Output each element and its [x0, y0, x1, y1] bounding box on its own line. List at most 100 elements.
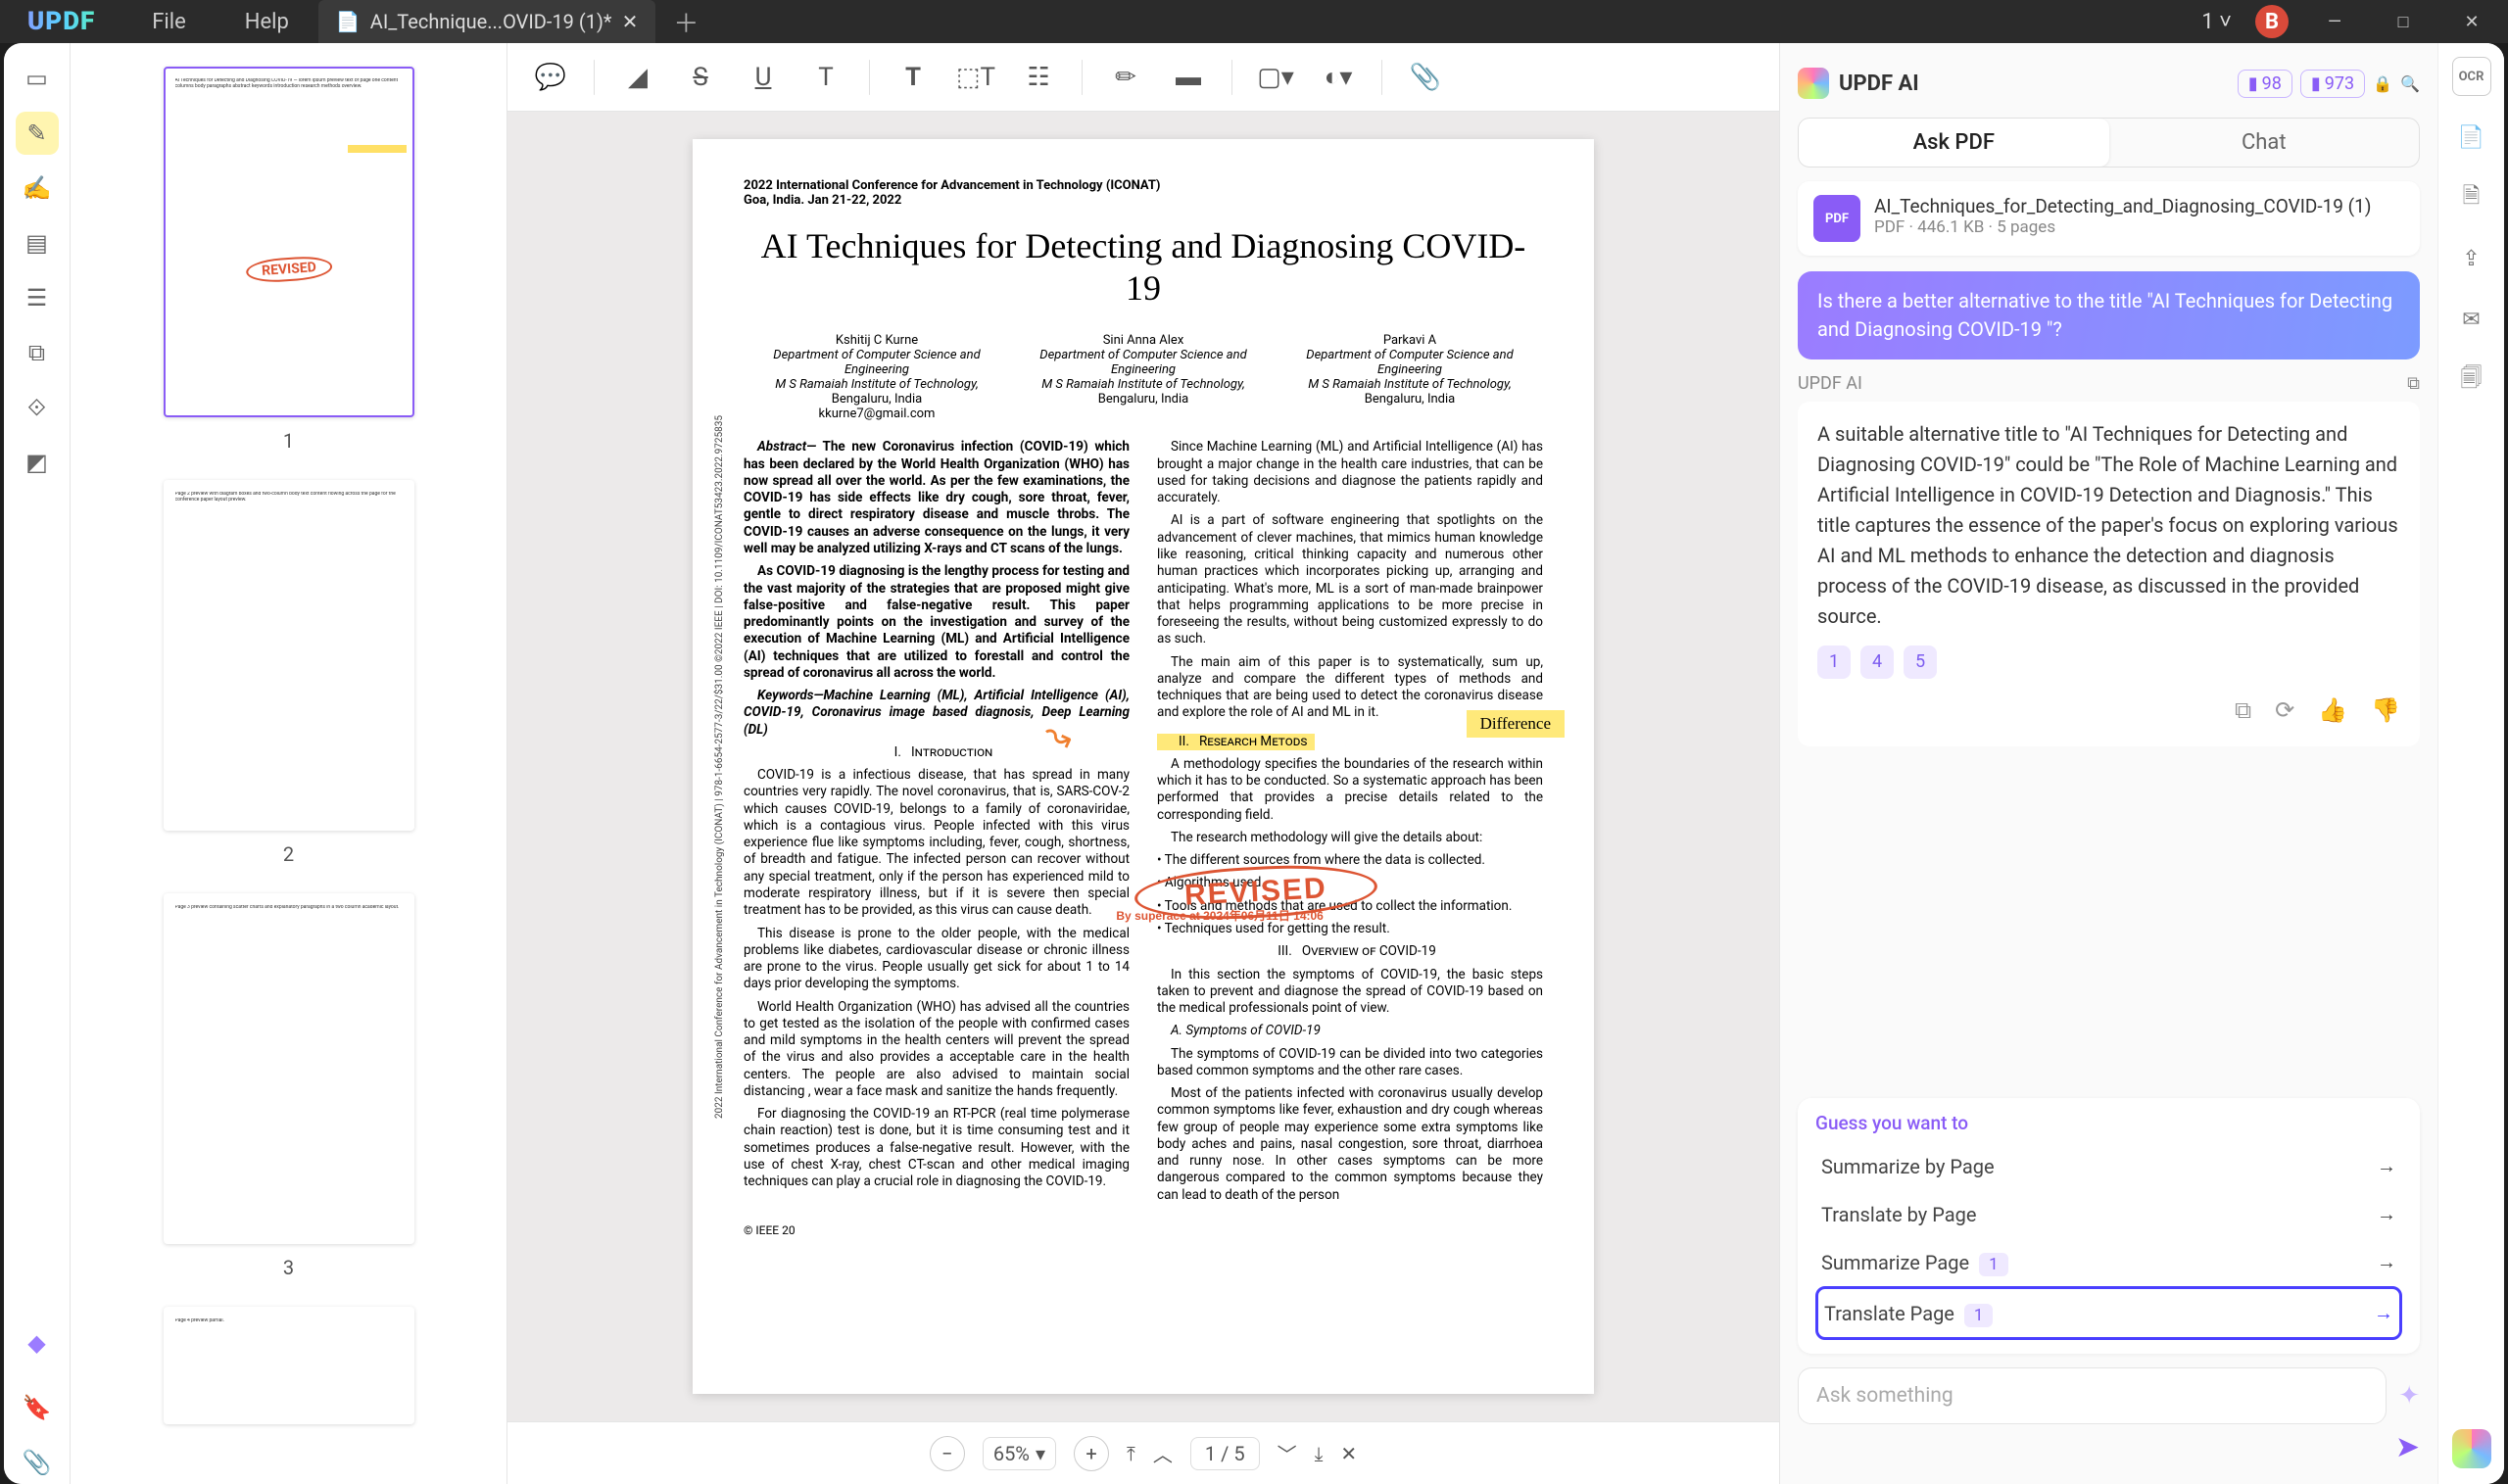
zoom-in-button[interactable]: +: [1074, 1436, 1109, 1471]
form-tool-icon[interactable]: ☰: [16, 276, 59, 319]
tab-close-icon[interactable]: ✕: [622, 10, 639, 33]
menu-help[interactable]: Help: [216, 10, 318, 34]
current-page: 1: [1205, 1442, 1216, 1465]
section1-title: Introduction: [911, 744, 992, 760]
thumbs-up-icon[interactable]: 👍: [2318, 693, 2347, 729]
page-indicator[interactable]: 1 / 5: [1190, 1437, 1260, 1470]
col2-p1: Since Machine Learning (ML) and Artifici…: [1157, 439, 1543, 506]
doc-chip-meta: PDF · 446.1 KB · 5 pages: [1874, 217, 2371, 237]
reference-pill-3[interactable]: 5: [1904, 646, 1937, 679]
reader-mode-icon[interactable]: ▭: [16, 57, 59, 100]
eraser-icon[interactable]: ▬: [1169, 58, 1208, 97]
close-window-button[interactable]: ✕: [2449, 0, 2494, 43]
author3-name: Parkavi A: [1277, 333, 1543, 348]
arrow-right-icon: →: [2377, 1154, 2396, 1178]
pdf-page-1[interactable]: 2022 International Conference for Advanc…: [693, 139, 1594, 1394]
print-icon[interactable]: 🗐: [2452, 360, 2491, 400]
note-icon[interactable]: ☷: [1019, 58, 1058, 97]
email-icon[interactable]: ✉: [2452, 300, 2491, 339]
copy-icon[interactable]: ⧉: [2235, 693, 2251, 729]
lock-icon[interactable]: 🔒: [2373, 74, 2392, 93]
new-tab-button[interactable]: ＋: [655, 4, 716, 40]
suggestion-summarize-by-page[interactable]: Summarize by Page→: [1815, 1142, 2402, 1190]
prev-page-button[interactable]: ︿: [1153, 1439, 1173, 1467]
organize-pages-icon[interactable]: ⧉: [16, 331, 59, 374]
suggestion-translate-page[interactable]: Translate Page1 →: [1815, 1286, 2402, 1340]
author2-inst: M S Ramaiah Institute of Technology,: [1041, 377, 1245, 392]
difference-sticky-note[interactable]: Difference: [1467, 710, 1565, 738]
intro-p4: For diagnosing the COVID-19 an RT-PCR (r…: [744, 1106, 1130, 1190]
thumbnail-panel: AI Techniques for Detecting and Diagnosi…: [71, 43, 507, 1484]
zoom-level[interactable]: 65% ▾: [983, 1437, 1056, 1470]
ai-response-text: A suitable alternative title to "AI Tech…: [1817, 419, 2400, 632]
send-button[interactable]: ➤: [2395, 1430, 2420, 1464]
document-chip[interactable]: PDF AI_Techniques_for_Detecting_and_Diag…: [1798, 181, 2420, 256]
thumbnail-page-2[interactable]: Page 2 preview with diagram boxes and tw…: [164, 480, 414, 831]
separator: [1231, 60, 1232, 95]
ocr-button[interactable]: OCR: [2452, 57, 2491, 96]
strikethrough-icon[interactable]: S: [681, 58, 720, 97]
share-icon[interactable]: ⇪: [2452, 239, 2491, 278]
layers-icon[interactable]: ◆: [16, 1321, 59, 1364]
first-page-button[interactable]: ⤒: [1127, 1442, 1135, 1465]
author1-dept: Department of Computer Science and Engin…: [773, 348, 980, 377]
credits-badge-2[interactable]: ▮ 973: [2300, 70, 2365, 98]
textbox-icon[interactable]: ⬚T: [956, 58, 995, 97]
highlighter-icon[interactable]: ◢: [618, 58, 657, 97]
document-tab[interactable]: 📄 AI_Technique...OVID-19 (1)* ✕: [318, 0, 655, 43]
suggestion-summarize-page[interactable]: Summarize Page1 →: [1815, 1238, 2402, 1286]
page-tool-icon[interactable]: ▤: [16, 221, 59, 264]
squiggly-icon[interactable]: T: [806, 58, 845, 97]
ai-sparkle-icon[interactable]: [2452, 1429, 2491, 1468]
close-footer-button[interactable]: ✕: [1340, 1442, 1357, 1465]
abstract-label: Abstract—: [757, 439, 816, 455]
ov-p3: Most of the patients infected with coron…: [1157, 1085, 1543, 1204]
ask-input[interactable]: Ask something: [1798, 1367, 2387, 1424]
last-page-button[interactable]: ⤓: [1315, 1442, 1324, 1465]
magic-icon[interactable]: ✦: [2398, 1381, 2420, 1411]
paper-title: AI Techniques for Detecting and Diagnosi…: [744, 225, 1543, 310]
stamp-icon[interactable]: ◐▾: [1319, 58, 1358, 97]
suggestions-card: Guess you want to Summarize by Page→ Tra…: [1798, 1098, 2420, 1354]
suggestion-translate-by-page[interactable]: Translate by Page→: [1815, 1190, 2402, 1238]
attach-icon[interactable]: 📎: [1406, 58, 1445, 97]
next-page-button[interactable]: ﹀: [1278, 1439, 1297, 1467]
reference-pill-1[interactable]: 1: [1817, 646, 1851, 679]
authors-block: Kshitij C Kurne Department of Computer S…: [744, 333, 1543, 421]
menu-file[interactable]: File: [122, 10, 216, 34]
regenerate-icon[interactable]: ⟳: [2275, 693, 2294, 729]
author3-dept: Department of Computer Science and Engin…: [1306, 348, 1513, 377]
tab-chat[interactable]: Chat: [2109, 119, 2420, 167]
copy-response-icon[interactable]: ⧉: [2407, 373, 2420, 394]
thumbnail-page-1[interactable]: AI Techniques for Detecting and Diagnosi…: [164, 67, 414, 417]
thumbs-down-icon[interactable]: 👎: [2371, 693, 2400, 729]
zoom-out-button[interactable]: −: [930, 1436, 965, 1471]
credits-badge-1[interactable]: ▮ 98: [2238, 70, 2292, 98]
thumb-label-3: 3: [125, 1256, 452, 1279]
user-message-bubble: Is there a better alternative to the tit…: [1798, 271, 2420, 359]
edit-tool-icon[interactable]: ✍: [16, 167, 59, 210]
author2-city: Bengaluru, India: [1010, 392, 1277, 407]
thumbnail-page-3[interactable]: Page 3 preview containing scatter charts…: [164, 893, 414, 1244]
bookmark-icon[interactable]: 🔖: [16, 1386, 59, 1429]
highlight-tool-icon[interactable]: ✎: [16, 112, 59, 155]
thumbnail-page-4[interactable]: Page 4 preview partial.: [164, 1307, 414, 1424]
reference-pill-2[interactable]: 4: [1860, 646, 1894, 679]
avatar[interactable]: B: [2255, 5, 2289, 38]
search-icon[interactable]: 🔍: [2400, 74, 2420, 93]
pencil-icon[interactable]: ✏: [1106, 58, 1145, 97]
ai-panel: UPDF AI ▮ 98 ▮ 973 🔒 🔍 Ask PDF Chat PDF: [1779, 43, 2504, 1484]
minimize-button[interactable]: —: [2312, 0, 2357, 43]
save-icon[interactable]: 🗎: [2452, 178, 2491, 217]
tab-ask-pdf[interactable]: Ask PDF: [1799, 119, 2109, 167]
maximize-button[interactable]: □: [2381, 0, 2426, 43]
export-icon[interactable]: 📄: [2452, 118, 2491, 157]
comment-icon[interactable]: 💬: [531, 58, 570, 97]
shape-icon[interactable]: ▢▾: [1256, 58, 1295, 97]
redact-tool-icon[interactable]: ◩: [16, 441, 59, 484]
attachment-icon[interactable]: 📎: [16, 1441, 59, 1484]
text-icon[interactable]: T: [893, 58, 933, 97]
account-count[interactable]: 1 ˅: [2201, 9, 2232, 34]
crop-tool-icon[interactable]: ⟐: [16, 386, 59, 429]
underline-icon[interactable]: U: [744, 58, 783, 97]
